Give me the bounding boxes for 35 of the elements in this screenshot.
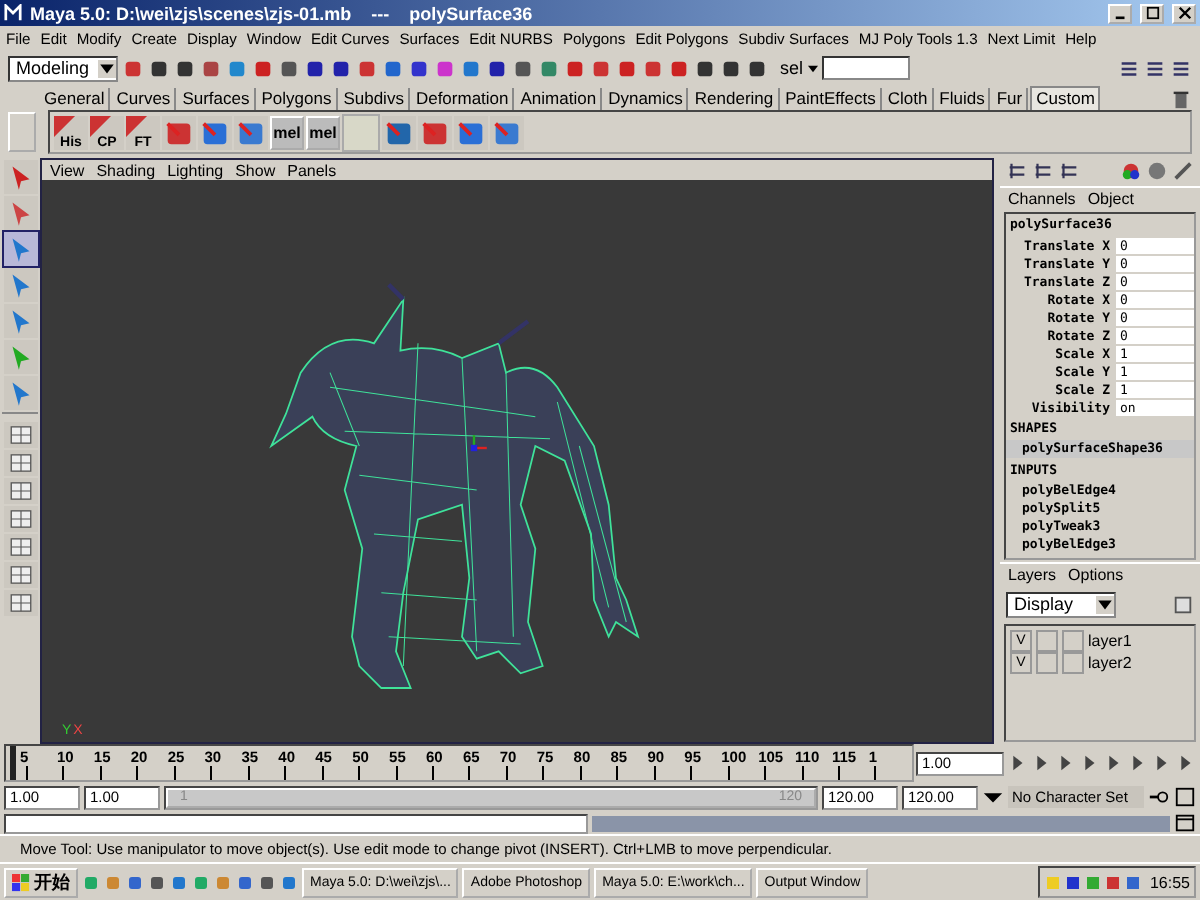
shelf-tab[interactable]: PaintEffects bbox=[781, 88, 882, 110]
window-title: Maya 5.0: D:\wei\zjs\scenes\zjs-01.mb bbox=[30, 3, 352, 23]
mel-button[interactable]: mel bbox=[306, 115, 340, 149]
layer-name[interactable]: layer1 bbox=[1088, 632, 1132, 650]
layer-menu-item[interactable]: Options bbox=[1068, 566, 1124, 584]
shelf-tab[interactable]: General bbox=[40, 88, 111, 110]
channel-box-menu-item[interactable]: Channels bbox=[1008, 190, 1076, 208]
shelf-tab[interactable]: Rendering bbox=[690, 88, 780, 110]
shelf-tab[interactable]: Curves bbox=[112, 88, 177, 110]
layer-mode-dropdown[interactable]: Display bbox=[1006, 591, 1116, 617]
clock: 16:55 bbox=[1149, 873, 1190, 891]
shelf-tab[interactable]: Deformation bbox=[411, 88, 515, 110]
shelf-tab[interactable]: Polygons bbox=[257, 88, 338, 110]
panel-menu-item[interactable]: Panels bbox=[287, 161, 337, 179]
start-button[interactable]: 开始 bbox=[4, 867, 78, 897]
layer-menu-item[interactable]: Layers bbox=[1008, 566, 1057, 584]
object-name: polySurface36 bbox=[409, 3, 533, 23]
layer-name[interactable]: layer2 bbox=[1088, 654, 1132, 672]
shelf-tab[interactable]: Fur bbox=[992, 88, 1029, 110]
mel-button[interactable]: mel bbox=[270, 115, 304, 149]
shelf-tab[interactable]: Animation bbox=[516, 88, 603, 110]
title-separator: --- bbox=[371, 3, 390, 23]
channel-box-menu-item[interactable]: Object bbox=[1087, 190, 1134, 208]
shelf-tab[interactable]: Custom bbox=[1030, 86, 1101, 110]
panel-menu-item[interactable]: Shading bbox=[96, 161, 156, 179]
selection-label: sel bbox=[780, 58, 804, 78]
shelf-tab[interactable]: Fluids bbox=[935, 88, 991, 110]
shelf-tab[interactable]: Subdivs bbox=[339, 88, 410, 110]
shelf-tab[interactable]: Cloth bbox=[883, 88, 934, 110]
panel-menu-item[interactable]: Lighting bbox=[167, 161, 224, 179]
shelf-tab[interactable]: Surfaces bbox=[178, 88, 256, 110]
panel-menu-item[interactable]: View bbox=[50, 161, 85, 179]
panel-menu-item[interactable]: Show bbox=[235, 161, 276, 179]
mode-dropdown[interactable]: Modeling bbox=[8, 55, 118, 81]
shelf-tab[interactable]: Dynamics bbox=[604, 88, 689, 110]
